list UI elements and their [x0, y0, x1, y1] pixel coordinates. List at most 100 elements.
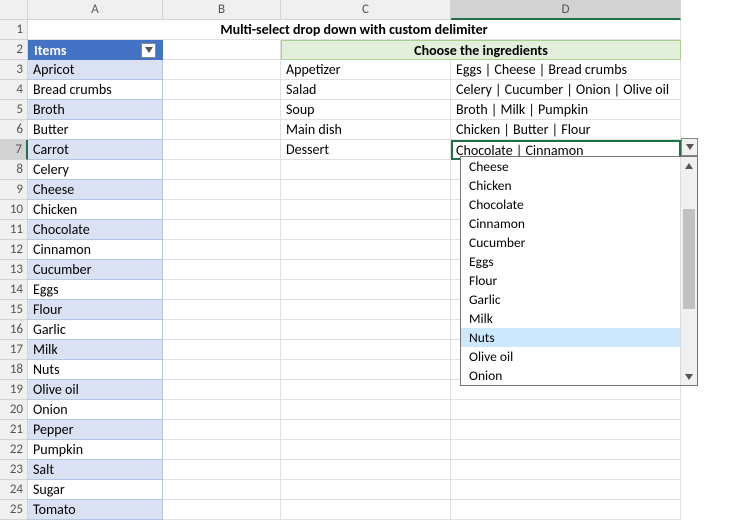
- items-cell[interactable]: Sugar: [28, 480, 163, 500]
- dish-name-cell[interactable]: Salad: [281, 80, 451, 100]
- cell[interactable]: [163, 260, 281, 280]
- column-header-C[interactable]: C: [281, 0, 451, 20]
- dish-name-cell[interactable]: Dessert: [281, 140, 451, 160]
- dish-name-cell[interactable]: Soup: [281, 100, 451, 120]
- cell[interactable]: [163, 180, 281, 200]
- cell[interactable]: [163, 420, 281, 440]
- items-cell[interactable]: Chocolate: [28, 220, 163, 240]
- items-cell[interactable]: Salt: [28, 460, 163, 480]
- cell[interactable]: [281, 180, 451, 200]
- items-header-cell[interactable]: Items: [28, 40, 163, 60]
- ingredients-cell[interactable]: Chicken | Butter | Flour: [451, 120, 681, 140]
- cell[interactable]: [281, 460, 451, 480]
- cell[interactable]: [451, 400, 681, 420]
- cell[interactable]: [163, 380, 281, 400]
- cell[interactable]: [281, 280, 451, 300]
- row-header-18[interactable]: 18: [0, 360, 28, 380]
- cell[interactable]: [281, 260, 451, 280]
- dropdown-scrollbar[interactable]: [680, 157, 697, 385]
- items-cell[interactable]: Cinnamon: [28, 240, 163, 260]
- row-header-9[interactable]: 9: [0, 180, 28, 200]
- select-all-corner[interactable]: [0, 0, 28, 20]
- items-cell[interactable]: Flour: [28, 300, 163, 320]
- dropdown-arrow-button[interactable]: [681, 138, 698, 156]
- row-header-15[interactable]: 15: [0, 300, 28, 320]
- cell[interactable]: [163, 60, 281, 80]
- cell[interactable]: [163, 100, 281, 120]
- cell[interactable]: [163, 440, 281, 460]
- items-cell[interactable]: Butter: [28, 120, 163, 140]
- dropdown-option[interactable]: Flour: [461, 271, 697, 290]
- cell[interactable]: [163, 160, 281, 180]
- row-header-5[interactable]: 5: [0, 100, 28, 120]
- items-cell[interactable]: Pumpkin: [28, 440, 163, 460]
- row-header-21[interactable]: 21: [0, 420, 28, 440]
- items-cell[interactable]: Milk: [28, 340, 163, 360]
- column-header-A[interactable]: A: [28, 0, 163, 20]
- filter-button[interactable]: [141, 43, 156, 58]
- dropdown-option[interactable]: Onion: [461, 366, 697, 385]
- ingredients-cell[interactable]: Eggs | Cheese | Bread crumbs: [451, 60, 681, 80]
- cell[interactable]: [281, 480, 451, 500]
- cell[interactable]: [281, 500, 451, 520]
- dropdown-option[interactable]: Garlic: [461, 290, 697, 309]
- row-header-14[interactable]: 14: [0, 280, 28, 300]
- cell[interactable]: [163, 240, 281, 260]
- row-header-16[interactable]: 16: [0, 320, 28, 340]
- cell[interactable]: [281, 320, 451, 340]
- dropdown-option[interactable]: Nuts: [461, 328, 697, 347]
- items-cell[interactable]: Tomato: [28, 500, 163, 520]
- cell[interactable]: [281, 340, 451, 360]
- column-header-D[interactable]: D: [451, 0, 681, 20]
- cell[interactable]: [163, 200, 281, 220]
- cell[interactable]: [281, 200, 451, 220]
- row-header-3[interactable]: 3: [0, 60, 28, 80]
- row-header-13[interactable]: 13: [0, 260, 28, 280]
- row-header-24[interactable]: 24: [0, 480, 28, 500]
- cell[interactable]: [281, 220, 451, 240]
- row-header-25[interactable]: 25: [0, 500, 28, 520]
- dropdown-option[interactable]: Chicken: [461, 176, 697, 195]
- row-header-20[interactable]: 20: [0, 400, 28, 420]
- items-cell[interactable]: Celery: [28, 160, 163, 180]
- dish-name-cell[interactable]: Main dish: [281, 120, 451, 140]
- cell[interactable]: [163, 220, 281, 240]
- row-header-1[interactable]: 1: [0, 20, 28, 40]
- items-cell[interactable]: Eggs: [28, 280, 163, 300]
- row-header-10[interactable]: 10: [0, 200, 28, 220]
- dropdown-option[interactable]: Cheese: [461, 157, 697, 176]
- cell[interactable]: [281, 160, 451, 180]
- row-header-8[interactable]: 8: [0, 160, 28, 180]
- items-cell[interactable]: Bread crumbs: [28, 80, 163, 100]
- cell[interactable]: [451, 440, 681, 460]
- items-cell[interactable]: Apricot: [28, 60, 163, 80]
- scroll-thumb[interactable]: [683, 209, 695, 309]
- dropdown-option[interactable]: Olive oil: [461, 347, 697, 366]
- cell[interactable]: [451, 500, 681, 520]
- row-header-22[interactable]: 22: [0, 440, 28, 460]
- cell[interactable]: [281, 420, 451, 440]
- row-header-12[interactable]: 12: [0, 240, 28, 260]
- cell[interactable]: [163, 80, 281, 100]
- cell[interactable]: [281, 380, 451, 400]
- ingredients-cell[interactable]: Celery | Cucumber | Onion | Olive oil: [451, 80, 681, 100]
- row-header-19[interactable]: 19: [0, 380, 28, 400]
- items-cell[interactable]: Nuts: [28, 360, 163, 380]
- cell[interactable]: [281, 440, 451, 460]
- scroll-down-button[interactable]: [681, 368, 697, 385]
- scroll-up-button[interactable]: [681, 157, 697, 174]
- cell[interactable]: [451, 420, 681, 440]
- row-header-4[interactable]: 4: [0, 80, 28, 100]
- cell[interactable]: [163, 480, 281, 500]
- cell[interactable]: [163, 360, 281, 380]
- items-cell[interactable]: Onion: [28, 400, 163, 420]
- cell[interactable]: [281, 300, 451, 320]
- column-header-B[interactable]: B: [163, 0, 281, 20]
- dropdown-option[interactable]: Eggs: [461, 252, 697, 271]
- cell[interactable]: [163, 140, 281, 160]
- cell[interactable]: [281, 240, 451, 260]
- dropdown-option[interactable]: Chocolate: [461, 195, 697, 214]
- cell[interactable]: [281, 400, 451, 420]
- cell[interactable]: [163, 340, 281, 360]
- cell[interactable]: [163, 400, 281, 420]
